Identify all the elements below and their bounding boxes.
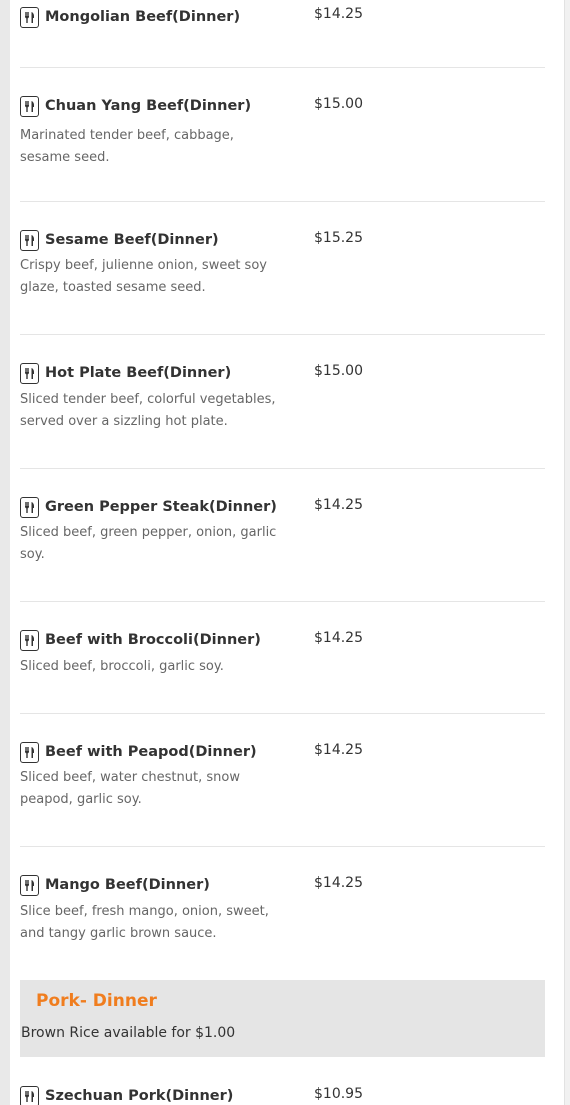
menu-item-header: Green Pepper Steak(Dinner) xyxy=(20,495,277,519)
menu-item-header: Chuan Yang Beef(Dinner) xyxy=(20,94,251,118)
menu-item-header: Mango Beef(Dinner) xyxy=(20,873,210,897)
menu-item-beef-with-broccoli[interactable]: Beef with Broccoli(Dinner) $14.25 Sliced… xyxy=(20,628,545,714)
item-price: $15.00 xyxy=(314,96,363,112)
item-name: Green Pepper Steak(Dinner) xyxy=(45,499,277,515)
utensils-icon xyxy=(20,496,39,518)
item-description: Sliced beef, water chestnut, snow peapod… xyxy=(20,770,240,807)
item-description: Slice beef, fresh mango, onion, sweet, a… xyxy=(20,904,269,941)
menu-item-hot-plate-beef[interactable]: Hot Plate Beef(Dinner) $15.00 Sliced ten… xyxy=(20,361,545,469)
item-description: Sliced beef, broccoli, garlic soy. xyxy=(20,659,224,674)
menu-item-green-pepper-steak[interactable]: Green Pepper Steak(Dinner) $14.25 Sliced… xyxy=(20,495,545,602)
utensils-icon xyxy=(20,6,39,28)
section-title: Pork- Dinner xyxy=(36,991,157,1011)
menu-item-szechuan-pork[interactable]: Szechuan Pork(Dinner) $10.95 xyxy=(20,1084,545,1105)
item-name: Sesame Beef(Dinner) xyxy=(45,232,219,248)
menu-item-mongolian-beef[interactable]: Mongolian Beef(Dinner) $14.25 xyxy=(20,0,545,68)
menu-item-header: Beef with Peapod(Dinner) xyxy=(20,740,257,764)
item-price: $15.00 xyxy=(314,363,363,379)
item-description: Sliced beef, green pepper, onion, garlic… xyxy=(20,525,277,562)
item-price: $14.25 xyxy=(314,497,363,513)
item-description: Crispy beef, julienne onion, sweet soy g… xyxy=(20,258,267,295)
menu-item-chuan-yang-beef[interactable]: Chuan Yang Beef(Dinner) $15.00 Marinated… xyxy=(20,94,545,202)
item-name: Hot Plate Beef(Dinner) xyxy=(45,365,232,381)
item-description: Sliced tender beef, colorful vegetables,… xyxy=(20,392,276,429)
item-price: $14.25 xyxy=(314,6,363,22)
item-price: $15.25 xyxy=(314,230,363,246)
item-price: $14.25 xyxy=(314,742,363,758)
item-price: $14.25 xyxy=(314,875,363,891)
item-description: Marinated tender beef, cabbage, sesame s… xyxy=(20,128,234,165)
menu-item-header: Sesame Beef(Dinner) xyxy=(20,228,219,252)
utensils-icon xyxy=(20,874,39,896)
item-price: $14.25 xyxy=(314,630,363,646)
menu-page: Mongolian Beef(Dinner) $14.25 Chuan Yang… xyxy=(10,0,564,1105)
utensils-icon xyxy=(20,95,39,117)
item-price: $10.95 xyxy=(314,1086,363,1102)
menu-item-header: Szechuan Pork(Dinner) xyxy=(20,1084,233,1105)
item-name: Beef with Broccoli(Dinner) xyxy=(45,632,261,648)
item-name: Beef with Peapod(Dinner) xyxy=(45,744,257,760)
menu-item-beef-with-peapod[interactable]: Beef with Peapod(Dinner) $14.25 Sliced b… xyxy=(20,740,545,847)
utensils-icon xyxy=(20,629,39,651)
menu-item-mango-beef[interactable]: Mango Beef(Dinner) $14.25 Slice beef, fr… xyxy=(20,873,545,980)
menu-item-header: Hot Plate Beef(Dinner) xyxy=(20,361,231,385)
scrollbar[interactable] xyxy=(564,0,570,1105)
section-note: Brown Rice available for $1.00 xyxy=(21,1025,236,1041)
menu-item-header: Mongolian Beef(Dinner) xyxy=(20,5,240,29)
item-name: Mongolian Beef(Dinner) xyxy=(45,9,241,25)
section-header-pork-dinner: Pork- Dinner Brown Rice available for $1… xyxy=(20,980,545,1057)
menu-item-header: Beef with Broccoli(Dinner) xyxy=(20,628,261,652)
item-name: Szechuan Pork(Dinner) xyxy=(45,1088,234,1104)
item-name: Mango Beef(Dinner) xyxy=(45,877,210,893)
item-name: Chuan Yang Beef(Dinner) xyxy=(45,98,252,114)
menu-item-sesame-beef[interactable]: Sesame Beef(Dinner) $15.25 Crispy beef, … xyxy=(20,228,545,335)
utensils-icon xyxy=(20,741,39,763)
utensils-icon xyxy=(20,362,39,384)
utensils-icon xyxy=(20,1085,39,1105)
utensils-icon xyxy=(20,229,39,251)
